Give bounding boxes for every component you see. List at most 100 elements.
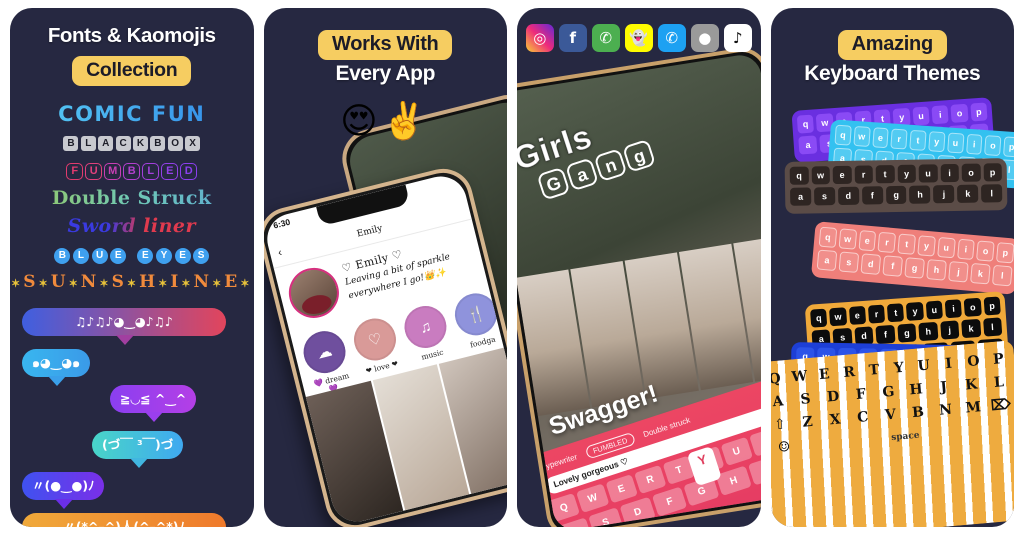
keyboard-key[interactable]: N <box>932 401 959 419</box>
keyboard-key[interactable]: i <box>965 133 983 155</box>
keyboard-key[interactable]: i <box>956 238 975 261</box>
keyboard-key[interactable]: A <box>771 393 792 411</box>
keyboard-key[interactable]: q <box>833 124 852 146</box>
keyboard-key[interactable]: a <box>797 135 818 155</box>
font-sample-sword-liner[interactable]: Sword liner <box>10 212 254 240</box>
keyboard-key[interactable]: f <box>861 186 883 205</box>
keyboard-key[interactable]: t <box>897 233 916 255</box>
keyboard-key[interactable]: p <box>1002 136 1014 158</box>
keyboard-key[interactable]: E <box>812 366 836 384</box>
keyboard-key[interactable]: o <box>961 163 980 182</box>
keyboard-key[interactable]: t <box>875 165 894 184</box>
keyboard-key[interactable]: e <box>832 165 851 185</box>
keyboard-key[interactable]: l <box>991 264 1013 287</box>
keyboard-key[interactable]: l <box>982 317 1002 337</box>
keyboard-key[interactable]: Y <box>886 359 910 377</box>
keyboard-key[interactable]: j <box>947 261 969 283</box>
keyboard-key[interactable]: h <box>925 259 947 281</box>
keyboard-key[interactable]: W <box>787 368 811 386</box>
twitter-icon[interactable]: ✆ <box>657 24 686 52</box>
keyboard-key[interactable]: a <box>816 249 837 272</box>
keyboard-key[interactable]: M <box>959 399 986 417</box>
keyboard-key[interactable]: S <box>587 507 624 527</box>
keyboard-key[interactable]: Z <box>794 413 821 431</box>
keyboard-key[interactable]: q <box>809 308 828 328</box>
keyboard-key[interactable]: H <box>715 465 752 496</box>
keyboard-key[interactable]: q <box>789 166 808 185</box>
keyboard-key[interactable]: d <box>859 253 881 275</box>
keyboard-key[interactable]: e <box>871 127 889 149</box>
keyboard-theme-brown[interactable]: qwertyuiopasdfghjkl <box>784 158 1007 214</box>
keyboard-key[interactable]: R <box>837 364 861 382</box>
keyboard-key[interactable]: G <box>874 383 901 401</box>
keyboard-key[interactable]: a <box>789 187 811 206</box>
keyboard-key[interactable]: I <box>936 355 960 373</box>
story-highlight[interactable]: ♫ music <box>398 301 456 365</box>
keyboard-key[interactable]: j <box>939 320 959 340</box>
keyboard-key[interactable]: e <box>848 305 866 325</box>
shift-key[interactable]: ⇧ <box>771 416 794 434</box>
keyboard-key[interactable]: C <box>849 408 876 426</box>
keyboard-key[interactable]: X <box>821 411 848 429</box>
font-sample-blue-eyes[interactable]: BLUEEYES <box>10 240 254 268</box>
keyboard-key[interactable]: w <box>837 228 857 250</box>
snapchat-icon[interactable]: 👻 <box>624 24 653 52</box>
keyboard-key[interactable]: y <box>927 131 945 153</box>
keyboard-key[interactable]: i <box>931 105 949 125</box>
keyboard-key[interactable]: D <box>819 388 846 406</box>
keyboard-key[interactable]: f <box>881 255 903 277</box>
keyboard-key[interactable]: e <box>857 230 877 252</box>
keyboard-key[interactable]: L <box>985 373 1012 391</box>
keyboard-key[interactable]: H <box>902 381 929 399</box>
keyboard-key[interactable]: o <box>975 240 995 262</box>
keyboard-key[interactable]: P <box>986 351 1010 369</box>
kaomoji-bubble[interactable]: 〃(●‿●)ﾉ <box>22 472 105 509</box>
keyboard-key[interactable]: r <box>877 231 896 254</box>
keyboard-key[interactable]: p <box>995 242 1014 264</box>
keyboard-key[interactable]: Q <box>771 370 787 388</box>
keyboard-key[interactable]: T <box>861 361 885 379</box>
keyboard-key[interactable]: D <box>619 496 656 527</box>
keyboard-key[interactable]: k <box>960 318 981 339</box>
keyboard-key[interactable]: k <box>956 184 978 203</box>
keyboard-key[interactable]: w <box>810 166 830 185</box>
keyboard-key[interactable]: p <box>982 163 1002 182</box>
keyboard-key[interactable]: l <box>980 184 1002 203</box>
font-sample-sunshine[interactable]: ✶S✶U✶N✶S✶H✶I✶N✶E✶ <box>10 268 254 296</box>
profile-avatar[interactable] <box>283 262 344 324</box>
keyboard-key[interactable]: u <box>925 300 943 320</box>
keyboard-key[interactable]: u <box>918 164 937 183</box>
keyboard-key[interactable]: d <box>837 186 859 206</box>
keyboard-key[interactable]: S <box>792 390 819 408</box>
instagram-icon[interactable]: ◎ <box>525 24 554 52</box>
keyboard-key[interactable]: w <box>828 307 847 327</box>
keyboard-key[interactable]: J <box>930 378 957 396</box>
keyboard-key[interactable]: q <box>796 114 814 134</box>
keyboard-theme-pink[interactable]: qwertyuiop asdfghjkl <box>810 221 1014 295</box>
keyboard-key[interactable]: y <box>916 235 936 257</box>
keyboard-key[interactable]: g <box>896 323 917 343</box>
keyboard-key[interactable]: f <box>875 324 895 345</box>
keyboard-key[interactable]: i <box>939 163 959 183</box>
keyboard-key[interactable]: h <box>917 321 938 342</box>
keyboard-key[interactable]: u <box>911 106 930 126</box>
messenger-icon[interactable]: ● <box>690 24 719 52</box>
keyboard-key[interactable]: F <box>651 486 688 517</box>
keyboard-key[interactable]: o <box>983 135 1002 157</box>
keyboard-key[interactable]: w <box>852 125 870 147</box>
backspace-key[interactable]: ⌦ <box>987 396 1014 415</box>
keyboard-key[interactable]: o <box>950 103 968 123</box>
keyboard-key[interactable]: B <box>904 404 931 422</box>
keyboard-key[interactable]: O <box>961 353 985 371</box>
font-sample-double-struck[interactable]: Double Struck <box>10 184 254 212</box>
font-sample-fumbled[interactable]: FUMBLED <box>10 156 254 184</box>
keyboard-key[interactable]: o <box>963 297 982 317</box>
font-sample-blackbox[interactable]: BLACKBOX <box>10 128 254 156</box>
keyboard-theme-zebra-yellow[interactable]: Q W E R T Y U I O P A S D F G H J K L ⇧ Z X C V B N M ⌦ ☺ space <box>770 340 1014 527</box>
keyboard-key[interactable]: p <box>969 102 988 122</box>
story-highlight[interactable]: ♡ ❤ love ❤ <box>347 314 405 378</box>
kaomoji-bubble[interactable]: ≧◡≦ ^‿^ <box>110 385 197 422</box>
keyboard-key[interactable]: p <box>982 296 1001 316</box>
keyboard-key[interactable]: g <box>903 257 925 279</box>
keyboard-key[interactable]: r <box>853 165 873 184</box>
